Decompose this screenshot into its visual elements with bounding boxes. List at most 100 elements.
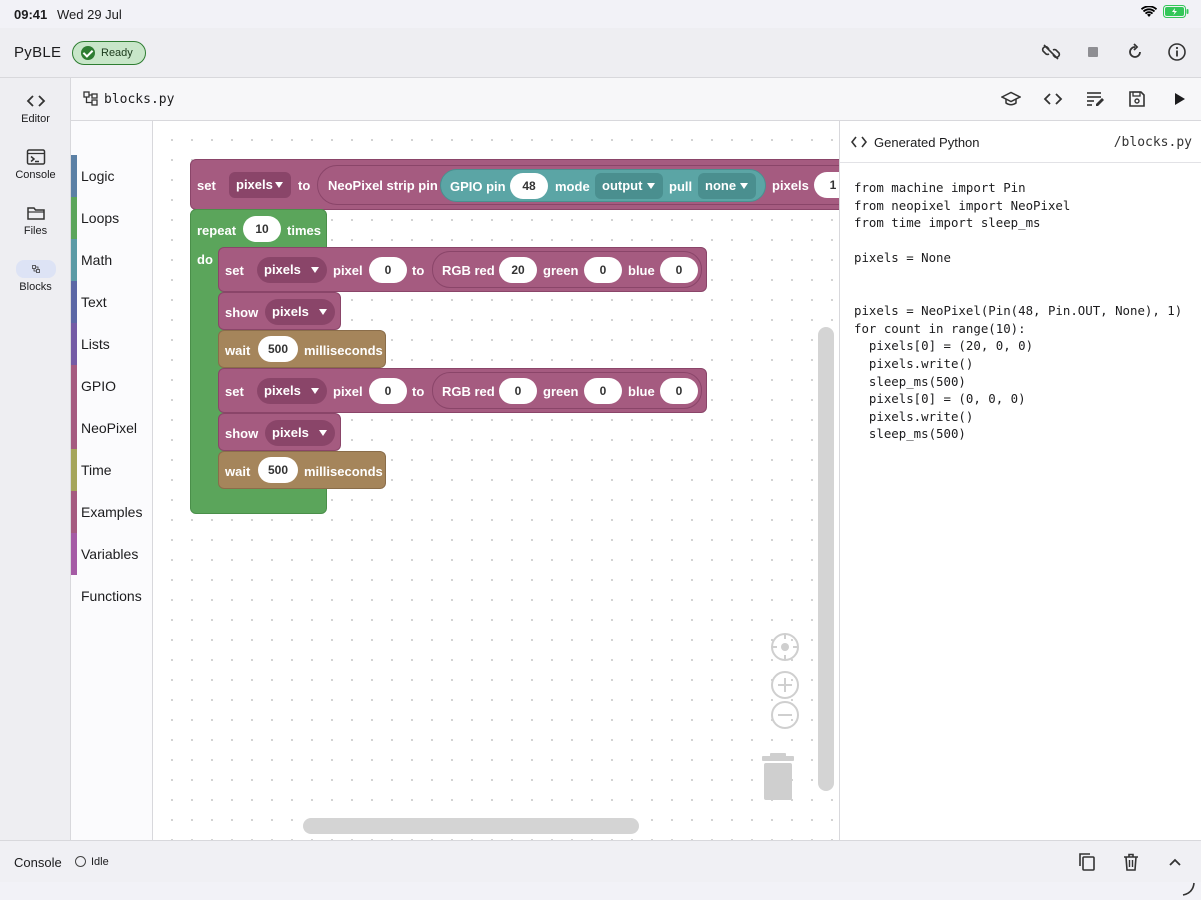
workspace-horizontal-scrollbar[interactable] <box>303 818 639 834</box>
workspace-vertical-scrollbar[interactable] <box>818 327 834 791</box>
console-status: Idle <box>91 856 109 868</box>
category-lists[interactable]: Lists <box>71 323 153 365</box>
pull-dropdown[interactable]: none <box>698 173 756 199</box>
show-pixels-block[interactable]: show pixels <box>218 292 341 330</box>
block-keyword: milliseconds <box>304 343 383 358</box>
recenter-icon[interactable] <box>771 633 799 661</box>
block-keyword: green <box>543 384 579 399</box>
category-neopixel[interactable]: NeoPixel <box>71 407 153 449</box>
pixel-index-field[interactable]: 0 <box>369 378 407 404</box>
block-keyword: show <box>225 305 259 320</box>
block-keyword: pixels <box>772 178 809 193</box>
pin-number-field[interactable]: 48 <box>510 173 548 199</box>
wait-block[interactable]: wait 500 milliseconds <box>218 451 386 489</box>
green-value-field[interactable]: 0 <box>584 378 622 404</box>
category-logic[interactable]: Logic <box>71 155 153 197</box>
category-time[interactable]: Time <box>71 449 153 491</box>
code-panel-path: /blocks.py <box>1113 135 1192 150</box>
console-label[interactable]: Console <box>14 855 62 870</box>
rgb-color-block[interactable]: RGB red 0 green 0 blue 0 <box>432 372 702 409</box>
zoom-out-icon[interactable] <box>771 701 799 729</box>
mode-dropdown[interactable]: output <box>595 173 663 199</box>
category-gpio[interactable]: GPIO <box>71 365 153 407</box>
block-keyword: green <box>543 263 579 278</box>
variable-dropdown[interactable]: pixels <box>265 299 335 325</box>
category-color-bar <box>71 491 77 533</box>
console-actions <box>1077 852 1185 872</box>
repeat-count-field[interactable]: 10 <box>243 216 281 242</box>
category-label: Time <box>81 462 112 478</box>
show-pixels-block[interactable]: show pixels <box>218 413 341 451</box>
block-keyword: to <box>298 178 311 193</box>
code-icon[interactable] <box>1043 89 1063 109</box>
wait-block[interactable]: wait 500 milliseconds <box>218 330 386 368</box>
blocks-icon <box>15 260 56 278</box>
variable-dropdown[interactable]: pixels <box>265 420 335 446</box>
category-examples[interactable]: Examples <box>71 491 153 533</box>
set-pixel-block[interactable]: set pixels pixel 0 to RGB red 0 green 0 … <box>218 368 707 413</box>
neopixel-strip-block[interactable]: NeoPixel strip pin GPIO pin 48 mode outp… <box>317 165 839 205</box>
category-label: Variables <box>81 546 139 562</box>
variable-dropdown[interactable]: pixels <box>257 378 327 404</box>
trash-icon[interactable] <box>1121 852 1141 872</box>
rail-item-files[interactable]: Files <box>0 198 71 246</box>
category-label: Lists <box>81 336 110 352</box>
category-functions[interactable]: Functions <box>71 575 153 617</box>
format-icon[interactable] <box>1085 89 1105 109</box>
rail-item-editor[interactable]: Editor <box>0 86 71 134</box>
chevron-up-icon[interactable] <box>1165 852 1185 872</box>
learn-icon[interactable] <box>1001 89 1021 109</box>
block-keyword: RGB red <box>442 263 495 278</box>
home-indicator-area <box>0 882 1201 900</box>
save-icon[interactable] <box>1127 89 1147 109</box>
block-keyword: times <box>287 223 321 238</box>
block-keyword: blue <box>628 263 655 278</box>
header-actions <box>1041 42 1187 62</box>
clock: 09:41 <box>14 7 48 22</box>
category-label: NeoPixel <box>81 420 138 436</box>
set-pixel-block[interactable]: set pixels pixel 0 to RGB red 20 green 0… <box>218 247 707 292</box>
rail-item-console[interactable]: Console <box>0 142 71 190</box>
file-actions <box>1001 89 1189 109</box>
variable-dropdown[interactable]: pixels <box>229 172 291 198</box>
gpio-pin-block[interactable]: GPIO pin 48 mode output pull none <box>440 169 766 202</box>
run-icon[interactable] <box>1169 89 1189 109</box>
zoom-in-icon[interactable] <box>771 671 799 699</box>
python-code-view[interactable]: from machine import Pin from neopixel im… <box>854 179 1182 443</box>
block-keyword: milliseconds <box>304 464 383 479</box>
disconnect-icon[interactable] <box>1041 42 1061 62</box>
wait-ms-field[interactable]: 500 <box>258 336 298 362</box>
wait-ms-field[interactable]: 500 <box>258 457 298 483</box>
set-variable-block[interactable]: set pixels to NeoPixel strip pin GPIO pi… <box>190 159 839 210</box>
pixel-count-field[interactable]: 1 <box>814 172 839 198</box>
category-variables[interactable]: Variables <box>71 533 153 575</box>
blue-value-field[interactable]: 0 <box>660 378 698 404</box>
variable-dropdown[interactable]: pixels <box>257 257 327 283</box>
status-badge-label: Ready <box>101 47 133 59</box>
block-keyword: set <box>225 263 244 278</box>
red-value-field[interactable]: 0 <box>499 378 537 404</box>
code-panel-title: Generated Python <box>874 135 980 150</box>
blocks-file-icon <box>83 91 98 106</box>
trash-icon[interactable] <box>760 753 796 801</box>
rail-item-label: Console <box>15 169 56 181</box>
battery-icon <box>1163 5 1189 18</box>
category-color-bar <box>71 323 77 365</box>
restart-icon[interactable] <box>1125 42 1145 62</box>
category-label: GPIO <box>81 378 117 394</box>
category-text[interactable]: Text <box>71 281 153 323</box>
blue-value-field[interactable]: 0 <box>660 257 698 283</box>
info-icon[interactable] <box>1167 42 1187 62</box>
red-value-field[interactable]: 20 <box>499 257 537 283</box>
category-color-bar <box>71 365 77 407</box>
file-toolbar: blocks.py <box>71 78 1201 121</box>
pixel-index-field[interactable]: 0 <box>369 257 407 283</box>
category-loops[interactable]: Loops <box>71 197 153 239</box>
block-workspace[interactable]: set pixels to NeoPixel strip pin GPIO pi… <box>153 121 839 840</box>
stop-icon[interactable] <box>1083 42 1103 62</box>
rail-item-blocks[interactable]: Blocks <box>0 254 71 302</box>
copy-icon[interactable] <box>1077 852 1097 872</box>
rgb-color-block[interactable]: RGB red 20 green 0 blue 0 <box>432 251 702 288</box>
category-math[interactable]: Math <box>71 239 153 281</box>
green-value-field[interactable]: 0 <box>584 257 622 283</box>
